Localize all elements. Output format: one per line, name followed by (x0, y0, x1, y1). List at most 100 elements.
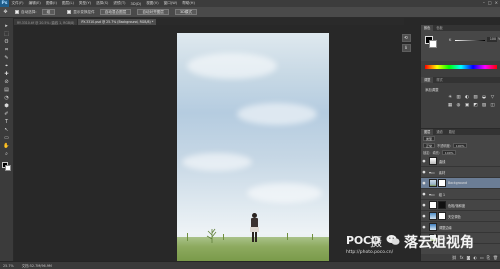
zoom-icon[interactable]: ⌕ (2, 150, 11, 158)
history-brush-icon[interactable]: ◔ (2, 94, 11, 102)
opacity-field[interactable]: 100% (452, 143, 468, 148)
cloud (182, 153, 252, 171)
menu-image[interactable]: 图像(I) (43, 1, 59, 6)
tab-paths[interactable]: 路径 (446, 129, 458, 135)
plant (206, 228, 217, 243)
cloud (237, 103, 317, 125)
color-balance-icon[interactable]: ▦ (447, 103, 453, 109)
menu-file[interactable]: 文件(F) (9, 1, 26, 6)
tab-layers[interactable]: 图层 (421, 129, 434, 135)
hue-icon[interactable]: ▽ (490, 95, 496, 101)
layer-row[interactable]: ● 曲线 (421, 156, 500, 167)
transform-checkbox[interactable] (67, 10, 72, 14)
history-icon[interactable]: ⟲ (401, 34, 411, 42)
path-select-icon[interactable]: ↖ (2, 126, 11, 134)
eyedropper-icon[interactable]: ⌖ (2, 62, 11, 70)
close-icon[interactable]: × (495, 0, 498, 5)
eraser-icon[interactable]: ⬢ (2, 102, 11, 110)
crop-icon[interactable]: ✎ (2, 54, 11, 62)
auto-align-button[interactable]: 自动对齐图层 (137, 9, 169, 15)
menu-type[interactable]: 类型(Y) (76, 1, 93, 6)
brush-icon[interactable]: ⊘ (2, 78, 11, 86)
brightness-icon[interactable]: ☀ (447, 95, 453, 101)
layer-kind-filter[interactable]: 类型 (423, 136, 436, 141)
healing-icon[interactable]: ✚ (2, 70, 11, 78)
move-icon[interactable]: ▸ (2, 22, 11, 30)
menu-edit[interactable]: 编辑(E) (26, 1, 43, 6)
marquee-icon[interactable]: ⬚ (2, 30, 11, 38)
blend-row: 正常 不透明度: 100% (421, 142, 500, 149)
eye-icon[interactable]: ● (421, 181, 427, 185)
pen-icon[interactable]: ✐ (2, 110, 11, 118)
color-swatches[interactable] (1, 162, 12, 172)
document-canvas[interactable] (177, 33, 329, 261)
person-figure (249, 213, 259, 243)
quick-select-icon[interactable]: ⌗ (2, 46, 11, 54)
tab-channels[interactable]: 通道 (433, 129, 445, 135)
lasso-icon[interactable]: ʘ (2, 38, 11, 46)
curves-icon[interactable]: ◐ (464, 95, 470, 101)
layer-row[interactable]: ● 色相/饱和度 (421, 200, 500, 211)
eye-icon[interactable]: ● (421, 192, 427, 196)
shape-icon[interactable]: ▭ (2, 134, 11, 142)
auto-select-checkbox[interactable] (15, 10, 19, 14)
zoom-level[interactable]: 25.7% (3, 264, 14, 268)
menu-select[interactable]: 选择(S) (94, 1, 111, 6)
3d-mode-button[interactable]: 3D模式 (174, 9, 198, 15)
vibrance-icon[interactable]: ◒ (481, 95, 487, 101)
hand-icon[interactable]: ✋ (2, 142, 11, 150)
type-icon[interactable]: T (2, 118, 11, 126)
background-color-swatch[interactable] (4, 165, 11, 171)
gradient-map-icon[interactable]: ▨ (481, 103, 487, 109)
tab-adjustments[interactable]: 调整 (421, 77, 434, 83)
black-white-icon[interactable]: ◍ (456, 103, 462, 109)
properties-icon[interactable]: ℹ (401, 44, 411, 52)
menu-filter[interactable]: 滤镜(T) (111, 1, 128, 6)
menu-window[interactable]: 窗口(W) (161, 1, 180, 6)
photo-filter-icon[interactable]: ▣ (464, 103, 470, 109)
k-value-field[interactable]: 100 (487, 37, 497, 42)
wechat-icon (386, 235, 400, 245)
layer-name: 色相/饱和度 (448, 203, 466, 208)
menu-view[interactable]: 视图(V) (144, 1, 161, 6)
layer-filter-row: 类型 (421, 135, 500, 142)
watermark: POCO 摄 http://photo.poco.cn/ 落云姐视角 (340, 232, 500, 262)
eye-icon[interactable]: ● (421, 214, 427, 218)
menu-bar: Ps 文件(F) 编辑(E) 图像(I) 图层(L) 类型(Y) 选择(S) 滤… (0, 0, 500, 7)
tab-styles[interactable]: 样式 (433, 77, 445, 83)
maximize-icon[interactable]: □ (488, 0, 492, 5)
menu-3d[interactable]: 3D(D) (128, 2, 144, 6)
layer-row-selected[interactable]: ● Background (421, 178, 500, 189)
eye-icon[interactable]: ● (421, 170, 427, 174)
selective-color-icon[interactable]: ◫ (490, 103, 496, 109)
color-background-swatch[interactable] (429, 40, 437, 48)
fill-label: 填充: (432, 151, 440, 155)
cloud (187, 53, 277, 79)
blend-mode-select[interactable]: 正常 (423, 143, 436, 148)
photoshop-window: Ps 文件(F) 编辑(E) 图像(I) 图层(L) 类型(Y) 选择(S) 滤… (0, 0, 500, 269)
exposure-icon[interactable]: ▧ (473, 95, 479, 101)
levels-icon[interactable]: ▥ (456, 95, 462, 101)
auto-select-label: 自动选择: (21, 9, 37, 14)
eye-icon[interactable]: ● (421, 159, 427, 163)
layer-name: 天空调色 (448, 214, 461, 219)
eye-icon[interactable]: ● (421, 225, 427, 229)
move-tool-icon[interactable]: ✥ (2, 9, 9, 16)
fill-field[interactable]: 100% (441, 150, 457, 155)
channel-mixer-icon[interactable]: ◩ (473, 103, 479, 109)
eye-icon[interactable]: ● (421, 203, 427, 207)
layer-group-row[interactable]: ● ▾▭ 素材 (421, 167, 500, 178)
k-slider[interactable] (455, 39, 485, 41)
layer-thumbnail (429, 212, 437, 220)
color-spectrum[interactable] (425, 65, 497, 69)
layer-name: 素材 (438, 170, 446, 175)
auto-select-dropdown[interactable]: 组 (41, 9, 56, 15)
menu-help[interactable]: 帮助(H) (180, 1, 198, 6)
stamp-icon[interactable]: ▤ (2, 86, 11, 94)
auto-blend-button[interactable]: 自动混合图层 (99, 9, 132, 15)
minimize-icon[interactable]: – (483, 0, 485, 5)
layer-group-row[interactable]: ● ▾▭ 组 1 (421, 189, 500, 200)
menu-layer[interactable]: 图层(L) (59, 1, 76, 6)
layer-row[interactable]: ● 天空调色 (421, 211, 500, 222)
options-bar: ✥ 自动选择: 组 显示变换控件 自动混合图层 自动对齐图层 3D模式 (0, 7, 500, 18)
